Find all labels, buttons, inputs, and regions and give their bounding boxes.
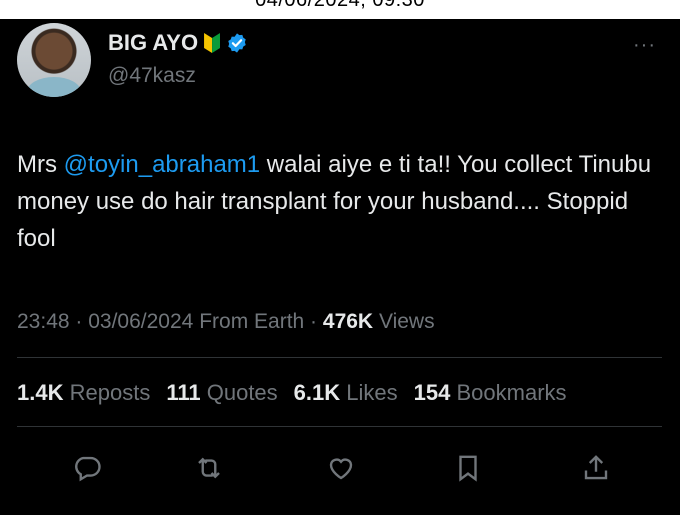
tweet-meta: 23:48 · 03/06/2024 From Earth · 476K Vie… — [17, 310, 435, 334]
tweet-time[interactable]: 23:48 — [17, 310, 70, 333]
engagement-stats: 1.4K Reposts 111 Quotes 6.1K Likes 154 B… — [17, 380, 567, 406]
stat-count: 1.4K — [17, 380, 64, 405]
stat-reposts[interactable]: 1.4K Reposts — [17, 380, 150, 406]
author-name-row[interactable]: BIG AYO — [108, 30, 248, 56]
stat-label: Quotes — [206, 380, 278, 405]
reply-icon — [75, 456, 101, 482]
tweet-text: Mrs @toyin_abraham1 walai aiye e ti ta!!… — [17, 146, 657, 257]
like-icon — [329, 458, 353, 480]
bookmark-button[interactable] — [448, 448, 488, 488]
reply-button[interactable] — [67, 448, 107, 488]
stat-bookmarks[interactable]: 154 Bookmarks — [414, 380, 567, 406]
meta-separator: · — [304, 310, 323, 333]
views-label[interactable]: Views — [379, 310, 435, 333]
repost-icon — [198, 457, 220, 479]
verified-badge-icon — [228, 33, 246, 53]
share-icon — [584, 455, 608, 480]
display-name[interactable]: BIG AYO — [108, 30, 198, 56]
bookmark-icon — [459, 455, 477, 482]
tweet-text-lead: Mrs — [17, 151, 64, 178]
status-bar: 04/06/2024, 09:30 — [0, 0, 680, 19]
action-bar — [0, 448, 680, 488]
divider — [17, 357, 662, 358]
mention-link[interactable]: @toyin_abraham1 — [64, 151, 260, 178]
stat-count: 6.1K — [293, 380, 341, 405]
author-handle[interactable]: @47kasz — [108, 64, 196, 88]
status-bar-text: 04/06/2024, 09:30 — [255, 0, 425, 11]
stat-likes[interactable]: 6.1K Likes — [294, 380, 398, 406]
divider — [17, 426, 662, 427]
tweet-source: From Earth — [199, 310, 305, 333]
stat-label: Likes — [346, 380, 398, 405]
tweet-date[interactable]: 03/06/2024 — [88, 310, 193, 333]
stat-count: 111 — [166, 380, 201, 405]
stat-count: 154 — [413, 380, 451, 405]
views-count[interactable]: 476K — [323, 310, 373, 333]
like-button[interactable] — [321, 448, 361, 488]
beginner-badge-icon — [204, 33, 221, 53]
meta-separator: · — [69, 310, 89, 333]
repost-button[interactable] — [189, 448, 229, 488]
stat-label: Reposts — [69, 380, 151, 405]
more-options-icon[interactable]: ··· — [633, 34, 656, 57]
share-button[interactable] — [576, 448, 616, 488]
stat-label: Bookmarks — [456, 380, 567, 405]
avatar[interactable] — [17, 23, 91, 97]
stat-quotes[interactable]: 111 Quotes — [166, 380, 277, 406]
